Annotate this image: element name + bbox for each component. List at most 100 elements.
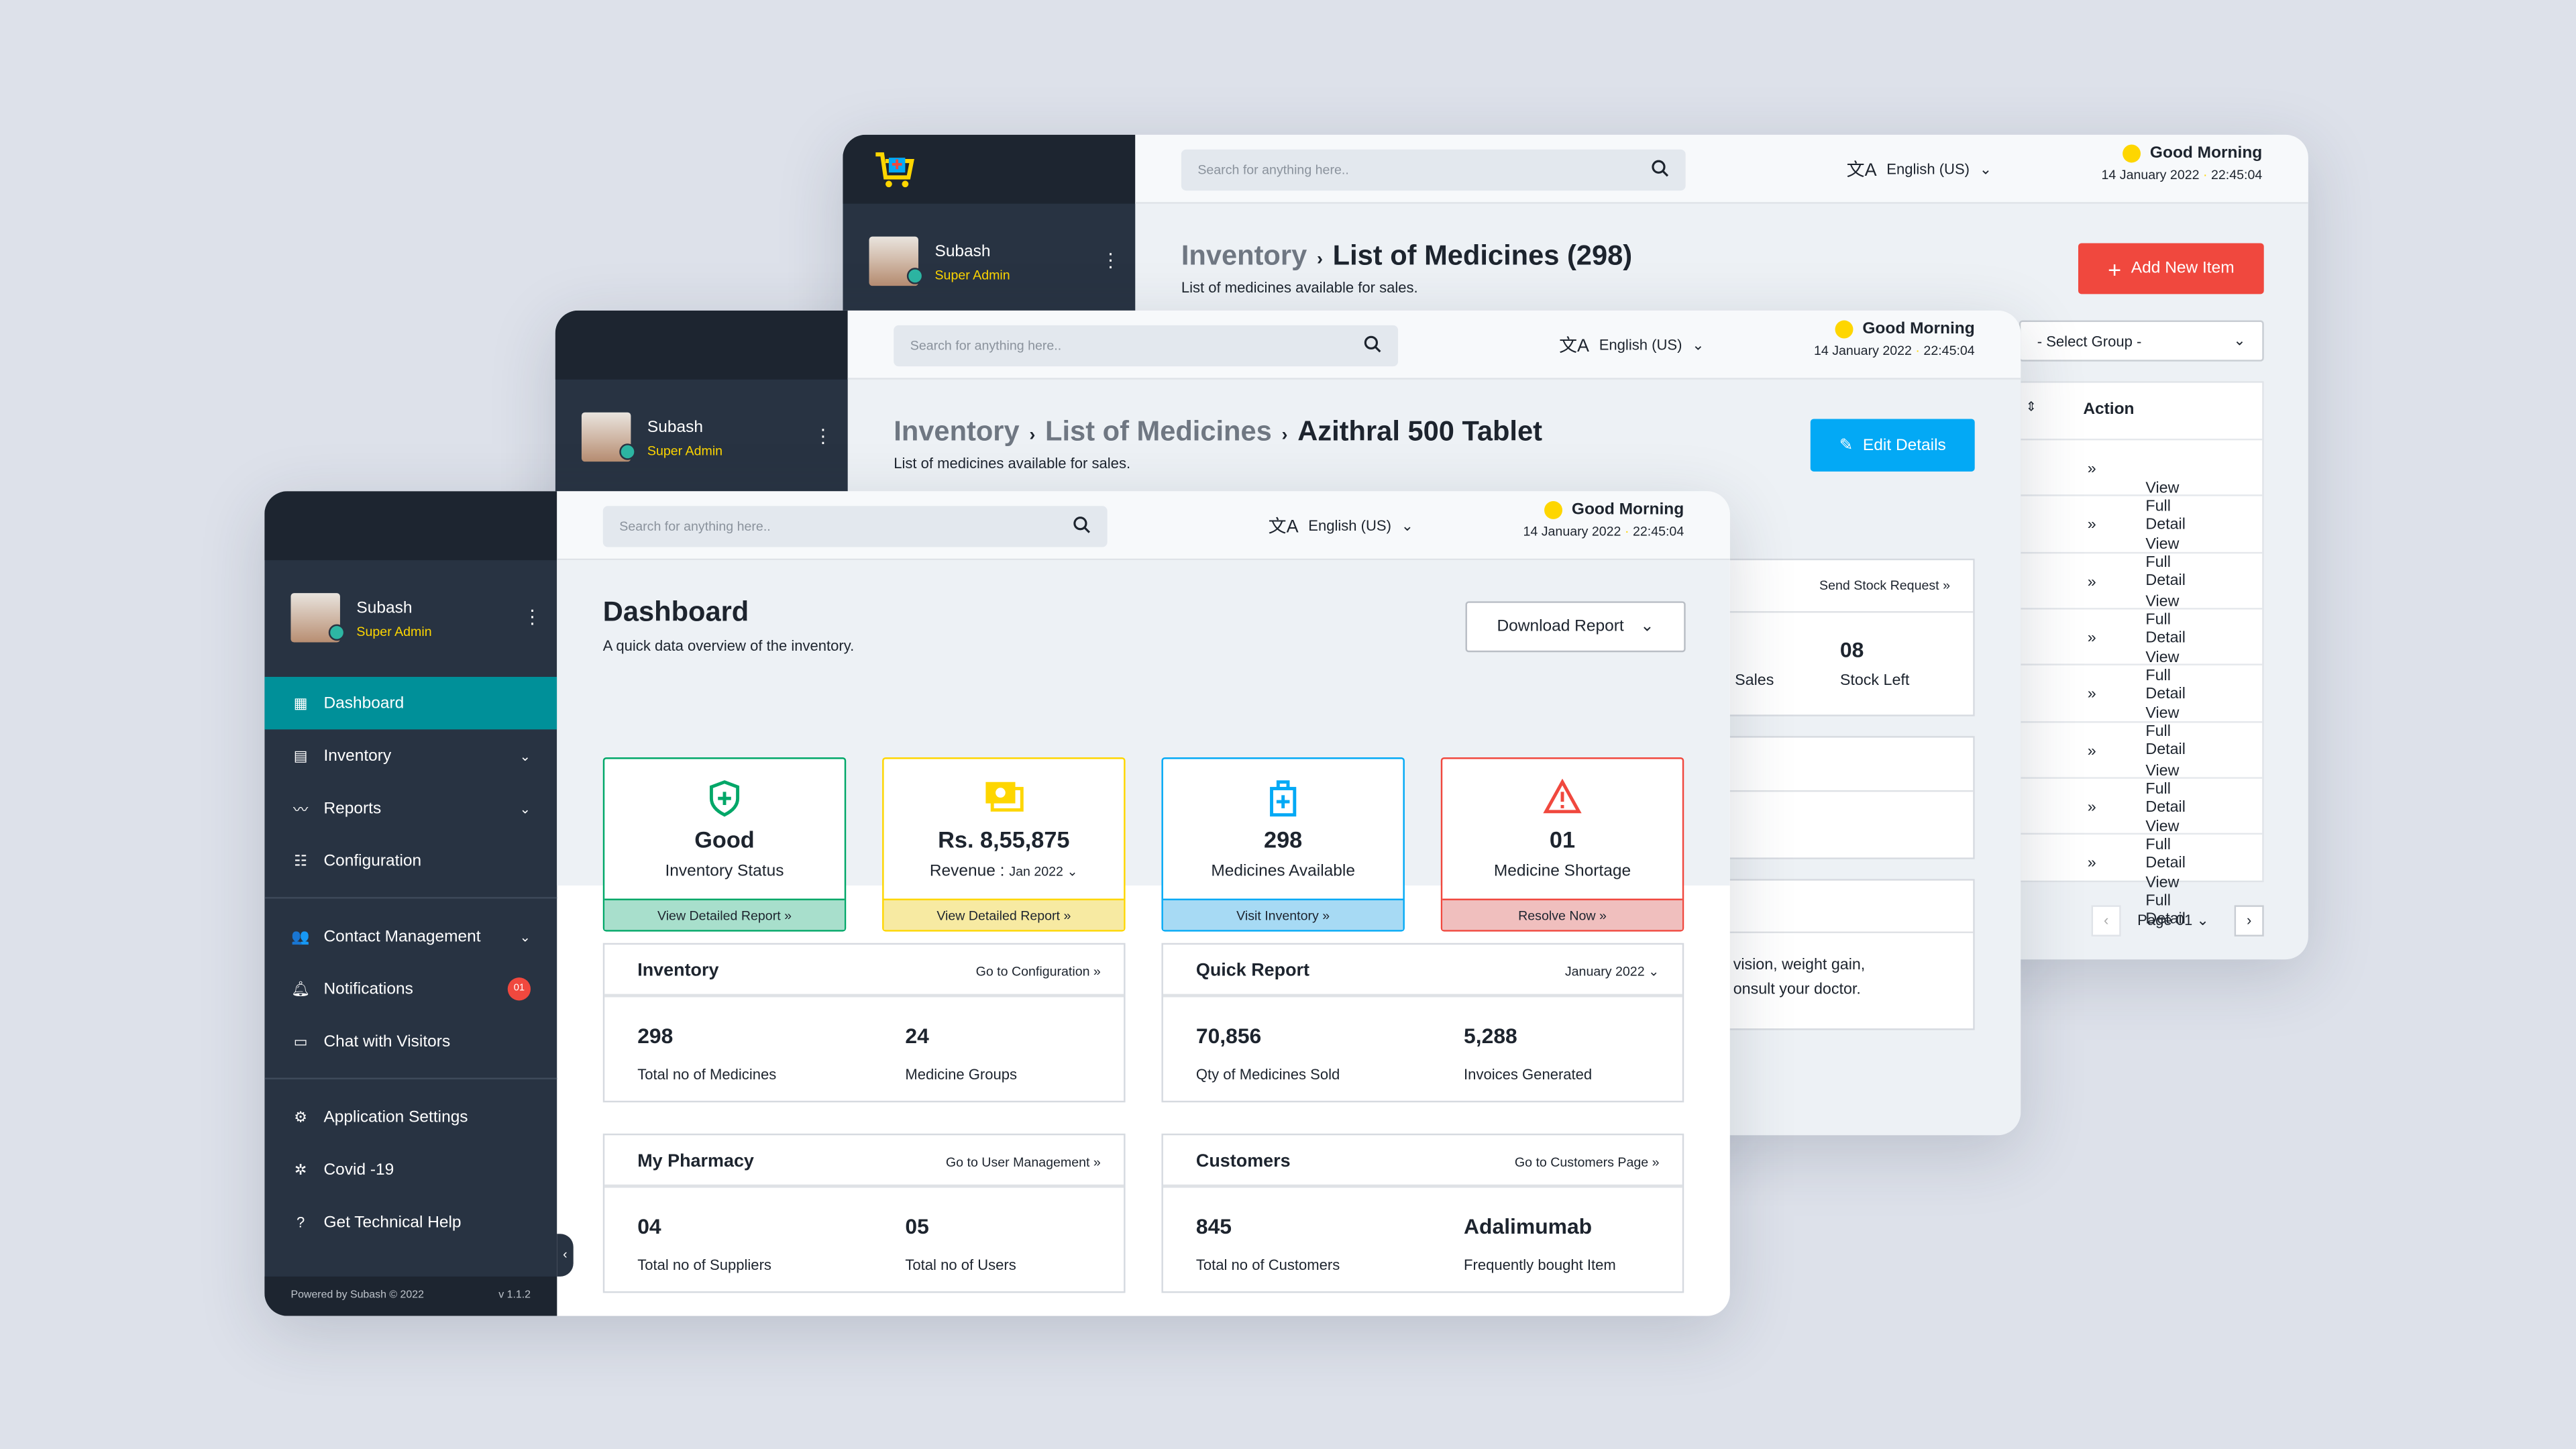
- page-select[interactable]: Page 01 ⌄: [2137, 912, 2209, 930]
- sidebar-item-chat-with-visitors[interactable]: ▭ Chat with Visitors: [264, 1015, 557, 1067]
- card-value: Good: [694, 826, 755, 853]
- view-detailed-report-link[interactable]: View Detailed Report »: [883, 898, 1124, 930]
- search-icon[interactable]: [1073, 516, 1091, 534]
- chevron-down-icon: ⌄: [1692, 335, 1705, 353]
- language-select[interactable]: 文A English (US) ⌄: [1269, 513, 1414, 539]
- breadcrumb-inventory[interactable]: Inventory: [894, 416, 1019, 447]
- more-options-icon[interactable]: · · ·: [1106, 243, 1116, 276]
- logo-area: [264, 491, 557, 561]
- edit-details-button[interactable]: ✎ Edit Details: [1810, 419, 1975, 472]
- view-full-detail-link[interactable]: View Full Detail »: [2083, 573, 2186, 647]
- inventory-status-card: Good Inventory Status View Detailed Repo…: [602, 757, 847, 932]
- stat-value: 04: [637, 1214, 661, 1239]
- view-full-detail-link[interactable]: View Full Detail »: [2083, 855, 2186, 928]
- stat-label: Total no of Medicines: [637, 1066, 777, 1083]
- panel-title: My Pharmacy: [637, 1151, 754, 1172]
- language-select[interactable]: 文A English (US) ⌄: [1847, 156, 1992, 182]
- panel-header: Customers Go to Customers Page »: [1163, 1135, 1682, 1188]
- column-action: Action: [2083, 400, 2135, 419]
- divider: [264, 897, 557, 899]
- search-input[interactable]: Search for anything here..: [602, 506, 1108, 547]
- link-label: View Detailed Report: [657, 908, 781, 924]
- panel-link[interactable]: Go to User Management »: [946, 1155, 1101, 1170]
- next-page-button[interactable]: ›: [2234, 905, 2264, 936]
- greeting-text: Good Morning: [2149, 144, 2263, 163]
- panel-title: Customers: [1195, 1151, 1291, 1172]
- view-full-detail-link[interactable]: View Full Detail »: [2083, 460, 2186, 534]
- stock-left-value: 08: [1839, 637, 1864, 662]
- sidebar-item-application-settings[interactable]: ⚙ Application Settings: [264, 1091, 557, 1143]
- select-group-dropdown[interactable]: - Select Group - ⌄: [2019, 320, 2264, 362]
- pagination: ‹ Page 01 ⌄ ›: [2091, 905, 2264, 936]
- view-detailed-report-link[interactable]: View Detailed Report »: [604, 898, 845, 930]
- table-header: ⇕ Action: [2021, 383, 2262, 439]
- search-icon[interactable]: [1651, 160, 1669, 178]
- view-full-detail-link[interactable]: View Full Detail »: [2083, 798, 2186, 872]
- link-label: View Detailed Report: [936, 908, 1061, 924]
- stat-value: 24: [905, 1023, 929, 1049]
- send-stock-request-link[interactable]: Send Stock Request »: [1819, 578, 1950, 593]
- user-profile[interactable]: Subash Super Admin · · ·: [581, 412, 828, 465]
- greeting: Good Morning 14 January 2022 · 22:45:04: [1523, 500, 1684, 539]
- sidebar-item-configuration[interactable]: ☷ Configuration: [264, 835, 557, 887]
- panel-link[interactable]: Go to Customers Page »: [1515, 1155, 1660, 1170]
- medicine-table: ⇕ Action View Full Detail » View Full Deta…: [2019, 381, 2264, 928]
- contacts-icon: 👥: [291, 927, 310, 944]
- breadcrumb-inventory[interactable]: Inventory: [1181, 240, 1307, 272]
- language-select[interactable]: 文A English (US) ⌄: [1559, 332, 1705, 358]
- view-full-detail-link[interactable]: View Full Detail »: [2083, 629, 2186, 703]
- card-value: 01: [1549, 826, 1576, 853]
- user-profile[interactable]: Subash Super Admin · · ·: [290, 593, 537, 645]
- sidebar-item-contact-management[interactable]: 👥 Contact Management ⌄: [264, 910, 557, 963]
- sort-icon[interactable]: ⇕: [2026, 399, 2037, 414]
- sidebar: Subash Super Admin · · · ▦ Dashboard ▤ Invent…: [264, 491, 574, 1316]
- page-subtitle: List of medicines available for sales.: [1181, 279, 1418, 296]
- prev-page-button[interactable]: ‹: [2091, 905, 2121, 936]
- sidebar-item-dashboard[interactable]: ▦ Dashboard: [264, 676, 557, 730]
- breadcrumb-list[interactable]: List of Medicines: [1045, 416, 1272, 447]
- sidebar-item-notifications[interactable]: 🔔︎ Notifications 01: [264, 963, 557, 1015]
- sidebar-item-label: Dashboard: [323, 694, 405, 712]
- user-name: Subash: [356, 599, 413, 618]
- shield-plus-icon: [709, 780, 740, 817]
- month-select[interactable]: January 2022 ⌄: [1565, 965, 1660, 979]
- more-options-icon[interactable]: · · ·: [818, 419, 828, 451]
- table-row: View Full Detail »: [2021, 776, 2263, 872]
- panel-link-label: Go to User Management: [945, 1155, 1090, 1170]
- gear-icon: ⚙: [294, 1108, 308, 1125]
- search-icon[interactable]: [1364, 335, 1382, 354]
- view-full-detail-link[interactable]: View Full Detail »: [2083, 742, 2186, 816]
- time: 22:45:04: [2211, 167, 2263, 182]
- panel-customers: Customers Go to Customers Page » 845 Tota…: [1161, 1133, 1684, 1293]
- sidebar-item-reports[interactable]: 〰 Reports ⌄: [264, 782, 557, 835]
- view-full-detail-link[interactable]: View Full Detail »: [2083, 517, 2186, 590]
- dashboard-icon: ▦: [293, 694, 308, 711]
- chevron-down-icon: ⌄: [2233, 331, 2246, 349]
- money-icon: [985, 782, 1024, 812]
- visit-inventory-link[interactable]: Visit Inventory »: [1163, 898, 1403, 930]
- search-input[interactable]: Search for anything here..: [1181, 149, 1686, 191]
- link-label: Resolve Now: [1518, 908, 1596, 924]
- user-profile[interactable]: Subash Super Admin · · ·: [869, 236, 1116, 289]
- send-stock-label: Send Stock Request: [1819, 578, 1939, 594]
- search-input[interactable]: Search for anything here..: [894, 325, 1399, 367]
- more-options-icon[interactable]: · · ·: [527, 600, 537, 633]
- card-label: Medicines Available: [1211, 862, 1356, 881]
- logo: [843, 134, 1136, 204]
- add-new-item-button[interactable]: + Add New Item: [2078, 243, 2264, 294]
- panel-link-label: Go to Customers Page: [1514, 1155, 1649, 1170]
- sun-icon: [1834, 320, 1853, 339]
- resolve-now-link[interactable]: Resolve Now »: [1442, 898, 1682, 930]
- panel-link[interactable]: Go to Configuration »: [976, 965, 1101, 979]
- sidebar-item-inventory[interactable]: ▤ Inventory ⌄: [264, 729, 557, 782]
- download-report-button[interactable]: Download Report ⌄: [1465, 601, 1686, 653]
- sidebar-item-get-technical-help[interactable]: ? Get Technical Help: [264, 1196, 557, 1248]
- view-full-detail-link[interactable]: View Full Detail »: [2083, 686, 2186, 759]
- revenue-period-select[interactable]: Jan 2022 ⌄: [1009, 864, 1078, 879]
- header: Search for anything here.. 文A English (US…: [557, 491, 1730, 561]
- sidebar-item-label: Configuration: [323, 851, 422, 870]
- panel-inventory: Inventory Go to Configuration » 298 Total…: [602, 943, 1126, 1103]
- sidebar-item-covid-19[interactable]: ✲ Covid -19: [264, 1144, 557, 1196]
- stat-label: Invoices Generated: [1464, 1066, 1593, 1083]
- header: Search for anything here.. 文A English (US…: [1135, 134, 2308, 204]
